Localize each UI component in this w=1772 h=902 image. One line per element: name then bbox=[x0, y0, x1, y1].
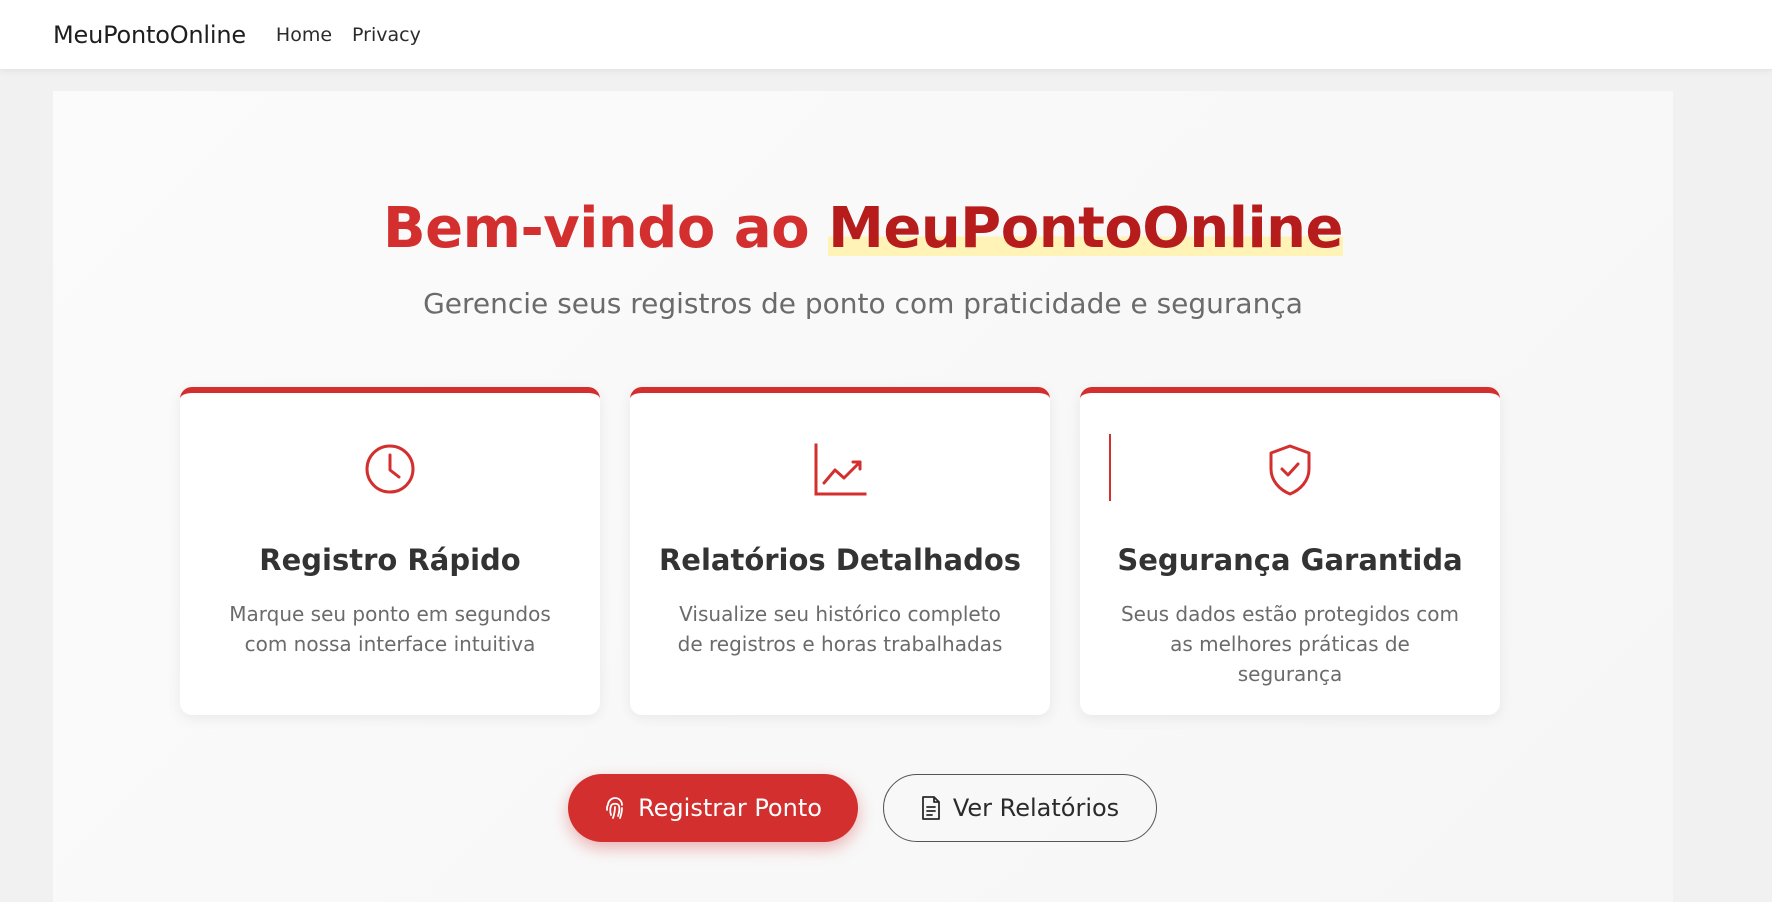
feature-title: Segurança Garantida bbox=[1117, 543, 1463, 577]
hero-subtitle: Gerencie seus registros de ponto com pra… bbox=[423, 287, 1303, 320]
chart-line-icon bbox=[630, 443, 1050, 503]
brand-logo[interactable]: MeuPontoOnline bbox=[53, 21, 246, 49]
feature-description: Marque seu ponto em segundos com nossa i… bbox=[229, 602, 551, 656]
hero-section: Bem-vindo ao MeuPontoOnline Gerencie seu… bbox=[53, 91, 1673, 902]
document-icon bbox=[921, 795, 941, 821]
hero-title: Bem-vindo ao MeuPontoOnline bbox=[53, 196, 1673, 261]
feature-title: Relatórios Detalhados bbox=[658, 543, 1022, 577]
registrar-ponto-button[interactable]: Registrar Ponto bbox=[568, 774, 858, 842]
nav-link-home[interactable]: Home bbox=[276, 24, 332, 46]
nav-link-privacy[interactable]: Privacy bbox=[352, 24, 421, 46]
feature-title: Registro Rápido bbox=[259, 543, 521, 577]
shield-check-icon bbox=[1080, 443, 1500, 503]
registrar-ponto-label: Registrar Ponto bbox=[638, 794, 822, 822]
clock-icon bbox=[180, 443, 600, 503]
ver-relatorios-button[interactable]: Ver Relatórios bbox=[883, 774, 1157, 842]
feature-card-relatorios: Relatórios Detalhados Visualize seu hist… bbox=[630, 387, 1050, 715]
ver-relatorios-label: Ver Relatórios bbox=[952, 794, 1120, 822]
feature-card-registro: Registro Rápido Marque seu ponto em segu… bbox=[180, 387, 600, 715]
navbar: MeuPontoOnline Home Privacy bbox=[0, 0, 1772, 70]
feature-card-seguranca: Segurança Garantida Seus dados estão pro… bbox=[1080, 387, 1500, 715]
fingerprint-icon bbox=[604, 796, 626, 820]
feature-description: Seus dados estão protegidos com as melho… bbox=[1120, 602, 1460, 686]
feature-description: Visualize seu histórico completo de regi… bbox=[677, 602, 1003, 656]
hero-title-highlight: MeuPontoOnline bbox=[828, 196, 1344, 261]
hero-title-prefix: Bem-vindo ao bbox=[382, 196, 829, 261]
